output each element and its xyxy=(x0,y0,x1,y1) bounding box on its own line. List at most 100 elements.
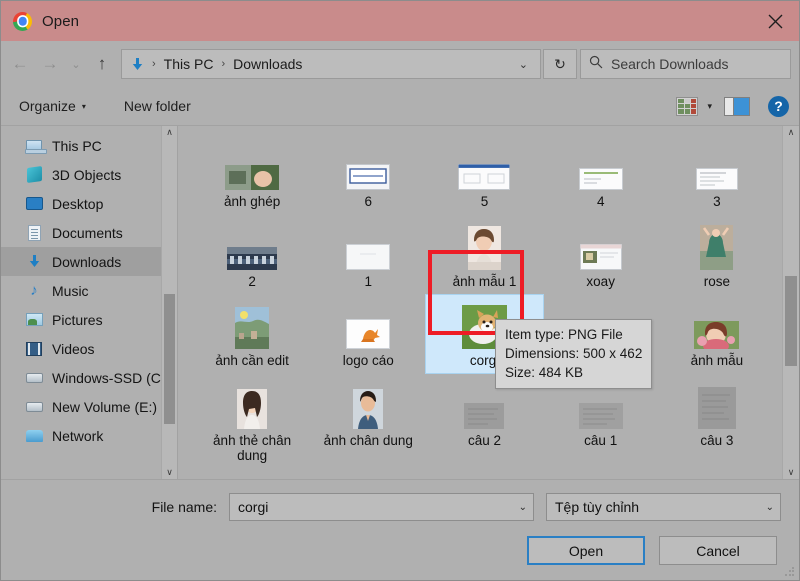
file-thumbnail xyxy=(346,301,391,350)
sidebar-item-videos[interactable]: Videos xyxy=(1,334,177,363)
filetype-select[interactable]: Tệp tùy chỉnh ⌄ xyxy=(546,493,781,521)
breadcrumb-separator: › xyxy=(221,58,226,70)
scroll-up-arrow-icon[interactable]: ∧ xyxy=(166,128,173,137)
refresh-button[interactable]: ↻ xyxy=(543,49,577,79)
search-placeholder: Search Downloads xyxy=(611,56,729,72)
breadcrumb-item-this-pc[interactable]: This PC xyxy=(162,56,216,72)
dialog-body: This PC 3D Objects Desktop Documents Dow… xyxy=(1,126,799,480)
file-item[interactable]: ảnh ghép xyxy=(194,136,310,214)
forward-button[interactable]: → xyxy=(35,49,65,79)
file-thumbnail xyxy=(694,301,740,350)
new-folder-button[interactable]: New folder xyxy=(124,98,191,114)
organize-button[interactable]: Organize ▾ xyxy=(19,98,86,114)
file-grid: ảnh ghép 6 5 4 3 2 1 ảnh mẫu 1 xoay rose… xyxy=(178,126,799,479)
sidebar-item-label: Documents xyxy=(52,224,123,241)
recent-locations-button[interactable]: ⌄ xyxy=(65,49,87,79)
filename-input[interactable]: corgi ⌄ xyxy=(229,493,534,521)
tree-scrollbar[interactable]: ∧ ∨ xyxy=(161,126,177,479)
file-item[interactable]: 1 xyxy=(310,216,426,294)
file-thumbnail xyxy=(467,222,501,270)
sidebar-item-music[interactable]: ♪ Music xyxy=(1,276,177,305)
file-name: câu 1 xyxy=(584,432,618,448)
view-options-chevron-down-icon[interactable]: ▾ xyxy=(707,101,712,112)
chrome-logo-icon xyxy=(13,11,32,31)
file-thumbnail xyxy=(237,381,268,429)
scroll-up-arrow-icon[interactable]: ∧ xyxy=(788,128,795,137)
file-item[interactable]: logo cáo xyxy=(310,295,426,373)
sidebar-item-new-volume[interactable]: New Volume (E:) xyxy=(1,392,177,421)
file-item[interactable]: rose xyxy=(659,216,775,294)
file-name: rose xyxy=(703,273,731,289)
sidebar-item-desktop[interactable]: Desktop xyxy=(1,189,177,218)
file-thumbnail xyxy=(346,142,391,190)
sidebar-item-pictures[interactable]: Pictures xyxy=(1,305,177,334)
up-button[interactable]: ↑ xyxy=(87,49,117,79)
new-folder-label: New folder xyxy=(123,98,191,114)
sidebar-item-windows-ssd[interactable]: Windows-SSD (C xyxy=(1,363,177,392)
file-item[interactable]: ảnh mẫu xyxy=(659,295,775,373)
help-icon[interactable]: ? xyxy=(768,95,789,117)
sidebar-item-3d-objects[interactable]: 3D Objects xyxy=(1,160,177,189)
file-name: 1 xyxy=(364,273,373,289)
file-thumbnail xyxy=(353,381,384,429)
document-icon xyxy=(25,224,43,242)
sidebar-item-label: Downloads xyxy=(52,253,122,270)
back-button[interactable]: ← xyxy=(5,49,35,79)
file-item[interactable]: 5 xyxy=(426,136,542,214)
sidebar-item-network[interactable]: Network xyxy=(1,421,177,450)
file-item[interactable]: 3 xyxy=(659,136,775,214)
dialog-footer: File name: corgi ⌄ Tệp tùy chỉnh ⌄ Open … xyxy=(1,480,799,580)
resize-grip-icon[interactable] xyxy=(784,566,795,577)
sidebar-item-this-pc[interactable]: This PC xyxy=(1,131,177,160)
open-button[interactable]: Open xyxy=(527,536,645,565)
picture-icon xyxy=(25,311,43,329)
breadcrumb[interactable]: › This PC › Downloads ⌄ xyxy=(121,49,541,79)
grid-view-icon[interactable] xyxy=(676,96,699,116)
download-icon xyxy=(25,253,43,271)
file-name: 3 xyxy=(713,194,721,209)
file-tooltip: Item type: PNG File Dimensions: 500 x 46… xyxy=(495,319,653,390)
file-item[interactable]: ảnh thẻ chân dung xyxy=(194,375,310,468)
scroll-down-arrow-icon[interactable]: ∨ xyxy=(166,468,173,477)
scroll-down-arrow-icon[interactable]: ∨ xyxy=(788,468,795,477)
cancel-button[interactable]: Cancel xyxy=(659,536,777,565)
open-button-wrapper: Open xyxy=(527,536,645,565)
tooltip-line-item-type: Item type: PNG File xyxy=(505,327,623,342)
computer-icon xyxy=(25,137,47,155)
downloads-arrow-icon xyxy=(129,56,146,73)
file-name: logo cáo xyxy=(342,353,394,369)
file-thumbnail xyxy=(579,222,622,270)
file-item[interactable]: 6 xyxy=(310,136,426,214)
search-input[interactable]: Search Downloads xyxy=(580,49,791,79)
sidebar-item-label: Network xyxy=(52,427,104,444)
close-icon[interactable] xyxy=(751,1,799,41)
preview-pane-icon[interactable] xyxy=(724,96,750,116)
chevron-down-icon[interactable]: ⌄ xyxy=(513,502,527,513)
file-list-scrollbar-thumb[interactable] xyxy=(785,276,797,366)
file-item[interactable]: 2 xyxy=(194,216,310,294)
sidebar-item-label: New Volume (E:) xyxy=(52,398,158,415)
file-item[interactable]: câu 3 xyxy=(659,375,775,468)
file-name: ảnh ghép xyxy=(223,194,281,209)
file-item[interactable]: ảnh chân dung xyxy=(310,375,426,468)
file-name: 6 xyxy=(364,194,373,209)
file-item[interactable]: 4 xyxy=(543,136,659,214)
file-item[interactable]: ảnh cần edit xyxy=(194,295,310,373)
filename-row: File name: corgi ⌄ Tệp tùy chỉnh ⌄ xyxy=(1,492,799,522)
file-item[interactable]: ảnh mẫu 1 xyxy=(426,216,542,294)
search-icon xyxy=(589,55,603,74)
filename-label: File name: xyxy=(151,499,217,515)
file-name: 5 xyxy=(480,194,489,209)
command-toolbar: Organize ▾ New folder ▾ ? xyxy=(1,87,799,126)
file-item[interactable]: xoay xyxy=(543,216,659,294)
open-file-dialog: Open ← → ⌄ ↑ › This PC › Downloads ⌄ ↻ S… xyxy=(0,0,800,581)
tree-scrollbar-thumb[interactable] xyxy=(164,294,175,424)
breadcrumb-dropdown-icon[interactable]: ⌄ xyxy=(511,58,536,71)
breadcrumb-item-downloads[interactable]: Downloads xyxy=(231,56,304,72)
file-name: câu 2 xyxy=(467,432,501,448)
sidebar-item-downloads[interactable]: Downloads xyxy=(1,247,177,276)
file-list-scrollbar[interactable]: ∧ ∨ xyxy=(782,126,799,479)
sidebar-item-documents[interactable]: Documents xyxy=(1,218,177,247)
desktop-icon xyxy=(25,195,43,213)
file-item[interactable] xyxy=(194,470,310,479)
